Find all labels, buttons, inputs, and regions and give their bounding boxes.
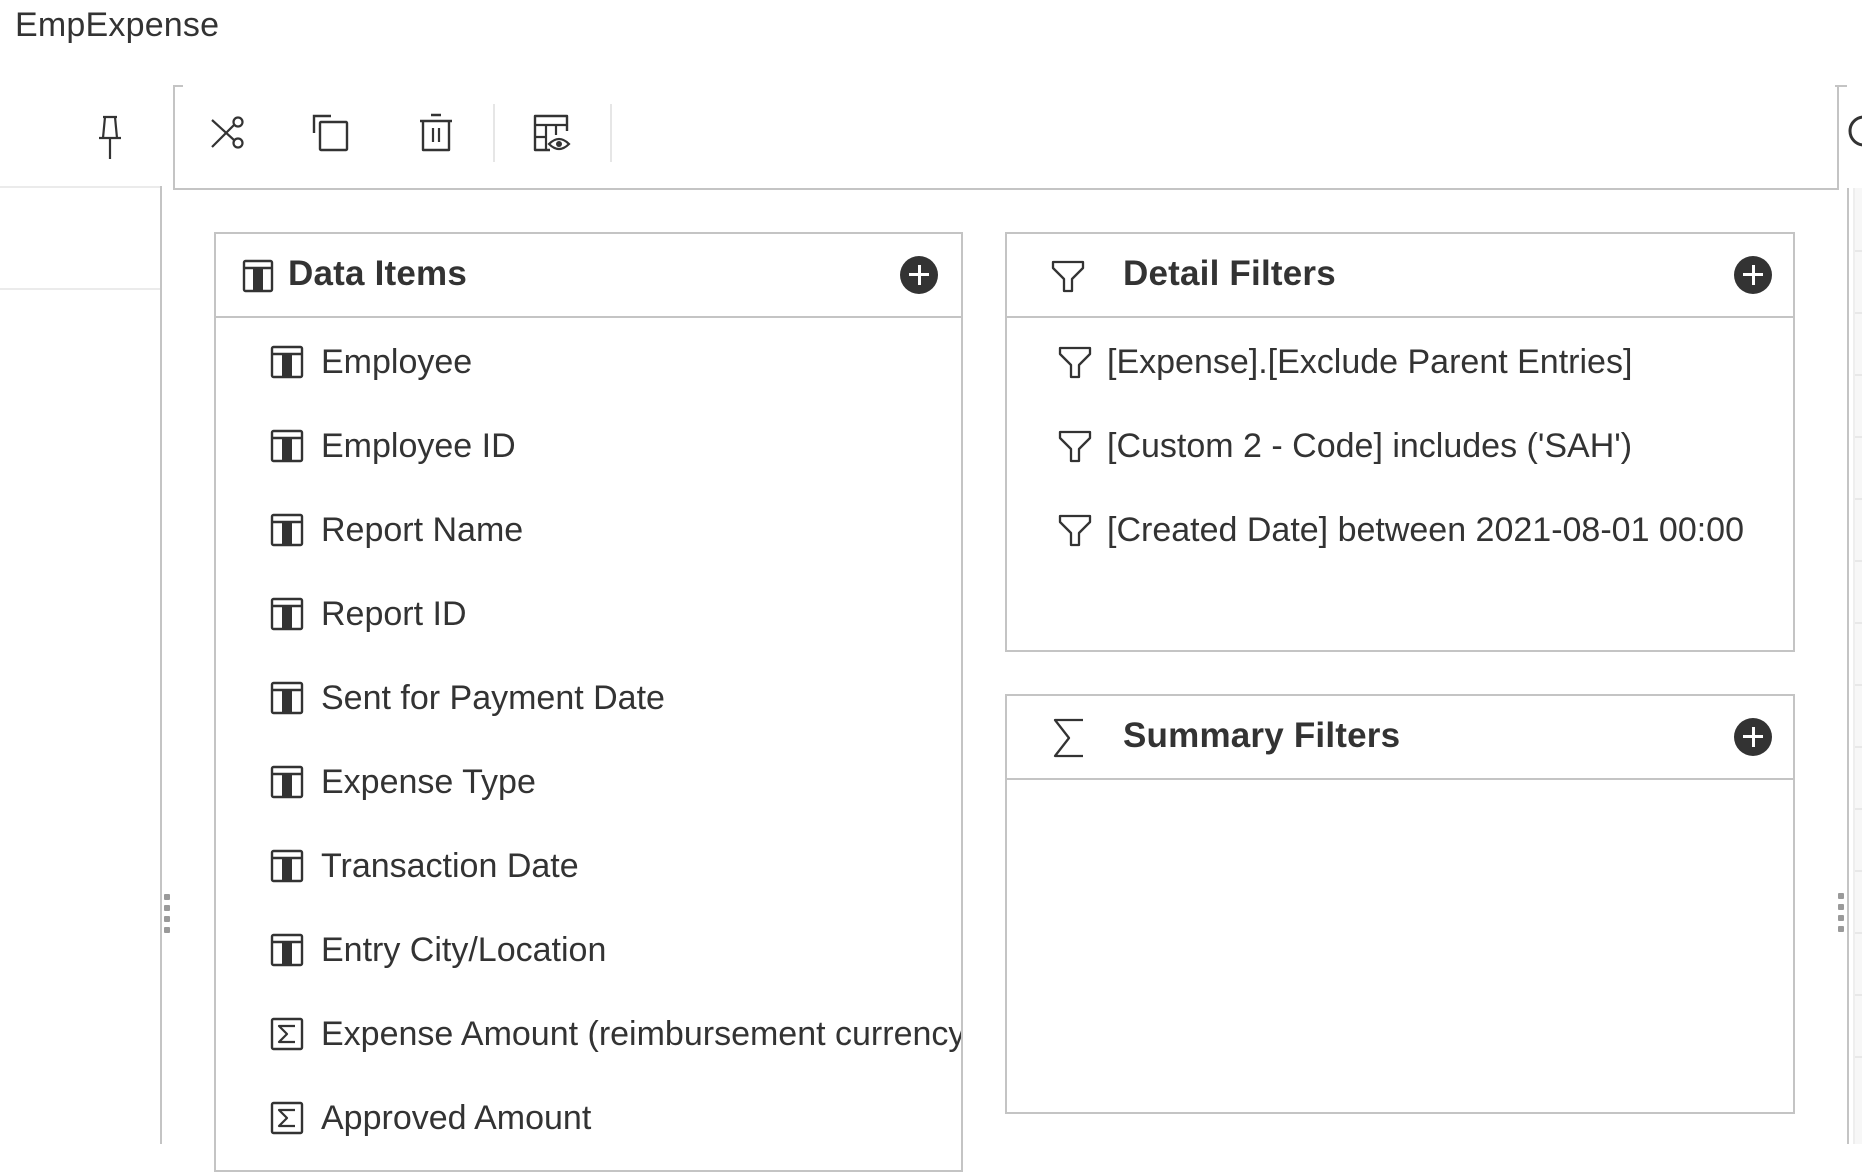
detail-filter-row[interactable]: [Custom 2 - Code] includes ('SAH') <box>1057 416 1632 476</box>
measure-icon <box>269 1016 305 1052</box>
detail-filter-label: [Expense].[Exclude Parent Entries] <box>1107 342 1633 381</box>
data-item-row[interactable]: Employee ID <box>269 416 516 476</box>
data-item-label: Transaction Date <box>321 846 579 885</box>
data-item-label: Sent for Payment Date <box>321 678 665 717</box>
data-items-panel: Data Items Employee Employee ID Report Nam… <box>214 232 963 1172</box>
summary-filters-panel: Summary Filters <box>1005 694 1795 1114</box>
left-pane-divider-line <box>0 288 161 290</box>
data-item-label: Expense Amount (reimbursement currency) <box>321 1014 963 1053</box>
filter-icon <box>1057 428 1093 464</box>
data-item-row[interactable]: Report ID <box>269 584 467 644</box>
add-detail-filter-button[interactable] <box>1734 256 1772 294</box>
toolbar-corner <box>1835 85 1847 87</box>
scissors-icon <box>211 116 244 149</box>
data-item-row[interactable]: Transaction Date <box>269 836 579 896</box>
data-item-row[interactable]: Entry City/Location <box>269 920 606 980</box>
pin-icon <box>99 115 121 159</box>
left-pane-resize-handle[interactable] <box>160 186 162 1144</box>
clipped-toolbar-icon[interactable] <box>1846 113 1862 149</box>
data-items-header: Data Items <box>216 234 961 318</box>
table-column-icon <box>241 258 275 294</box>
detail-filter-row[interactable]: [Expense].[Exclude Parent Entries] <box>1057 332 1632 392</box>
data-item-label: Report ID <box>321 594 467 633</box>
filter-icon <box>1057 512 1093 548</box>
attribute-column-icon <box>269 428 305 464</box>
right-pane-resize-handle[interactable] <box>1847 188 1849 1144</box>
cut-button[interactable] <box>203 105 253 161</box>
detail-filters-panel: Detail Filters [Expense].[Exclude Parent… <box>1005 232 1795 652</box>
data-item-label: Employee <box>321 342 473 381</box>
data-item-row[interactable]: Expense Amount (reimbursement currency) <box>269 1004 963 1064</box>
page-title: EmpExpense <box>15 6 220 44</box>
pin-button[interactable] <box>92 112 128 162</box>
add-summary-filter-button[interactable] <box>1734 718 1772 756</box>
left-pane-top-border <box>0 186 161 188</box>
data-item-label: Approved Amount <box>321 1098 592 1137</box>
data-item-row[interactable]: Expense Type <box>269 752 536 812</box>
copy-icon <box>312 114 349 152</box>
data-item-label: Report Name <box>321 510 524 549</box>
attribute-column-icon <box>269 764 305 800</box>
detail-filter-label: [Created Date] between 2021-08-01 00:00 <box>1107 510 1745 549</box>
attribute-column-icon <box>269 932 305 968</box>
data-item-row[interactable]: Sent for Payment Date <box>269 668 665 728</box>
data-item-label: Employee ID <box>321 426 516 465</box>
attribute-column-icon <box>269 680 305 716</box>
left-resize-grip-icon[interactable] <box>164 894 172 934</box>
toolbar-separator <box>493 104 495 162</box>
view-tabular-data-button[interactable] <box>527 105 577 161</box>
add-data-item-button[interactable] <box>900 256 938 294</box>
toolbar-corner <box>173 85 183 87</box>
summary-filters-header: Summary Filters <box>1007 696 1793 780</box>
measure-icon <box>269 1100 305 1136</box>
delete-button[interactable] <box>411 105 461 161</box>
attribute-column-icon <box>269 848 305 884</box>
data-item-row[interactable]: Employee <box>269 332 472 392</box>
detail-filter-row[interactable]: [Created Date] between 2021-08-01 00:00 <box>1057 500 1744 560</box>
attribute-column-icon <box>269 344 305 380</box>
data-items-title: Data Items <box>288 254 468 293</box>
attribute-column-icon <box>269 596 305 632</box>
filter-icon <box>1057 344 1093 380</box>
data-item-label: Expense Type <box>321 762 536 801</box>
data-item-label: Entry City/Location <box>321 930 607 969</box>
detail-filter-label: [Custom 2 - Code] includes ('SAH') <box>1107 426 1633 465</box>
data-item-row[interactable]: Approved Amount <box>269 1088 591 1148</box>
copy-button[interactable] <box>306 105 356 161</box>
detail-filters-title: Detail Filters <box>1123 254 1336 293</box>
toolbar-separator <box>610 104 612 162</box>
right-pane-clipped <box>1853 188 1862 1144</box>
right-resize-grip-icon[interactable] <box>1838 893 1846 933</box>
table-preview-icon <box>533 114 571 152</box>
detail-filters-header: Detail Filters <box>1007 234 1793 318</box>
trash-icon <box>420 113 452 152</box>
summary-filters-title: Summary Filters <box>1123 716 1401 755</box>
data-item-row[interactable]: Report Name <box>269 500 523 560</box>
filter-icon <box>1051 258 1085 294</box>
sigma-icon <box>1051 718 1085 758</box>
attribute-column-icon <box>269 512 305 548</box>
